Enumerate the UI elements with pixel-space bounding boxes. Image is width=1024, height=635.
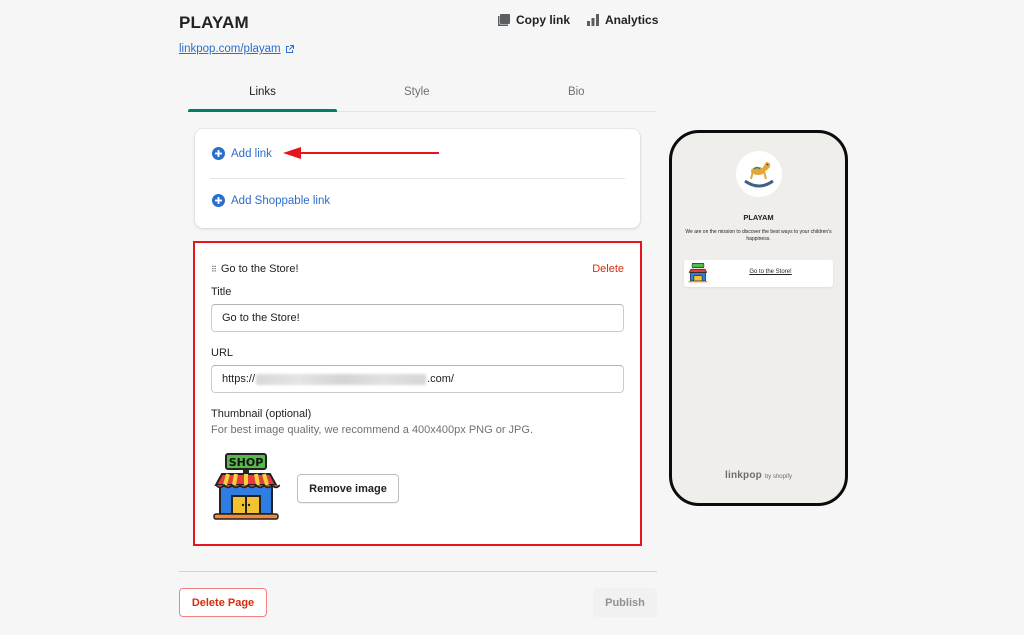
- remove-image-button[interactable]: Remove image: [297, 474, 399, 503]
- analytics-icon: [587, 14, 600, 26]
- thumbnail-help-text: For best image quality, we recommend a 4…: [211, 424, 533, 436]
- add-link-button[interactable]: Add link: [212, 147, 272, 160]
- preview-name: PLAYAM: [743, 213, 774, 222]
- title-input-value: Go to the Store!: [222, 312, 300, 324]
- page-url-text: linkpop.com/playam: [179, 43, 281, 55]
- preview-footer: linkpop by shopify: [672, 470, 845, 481]
- shop-thumbnail-icon: SHOP: [213, 453, 280, 520]
- preview-bio: We are on the mission to discover the be…: [685, 229, 832, 242]
- top-actions: Copy link Analytics: [497, 13, 658, 27]
- divider: [210, 178, 625, 179]
- delete-page-button[interactable]: Delete Page: [179, 588, 267, 617]
- publish-button[interactable]: Publish: [593, 588, 657, 617]
- phone-preview: PLAYAM We are on the mission to discover…: [669, 130, 848, 506]
- plus-circle-icon: [212, 194, 225, 207]
- linkpop-logo: linkpop: [725, 470, 762, 481]
- copy-icon: [498, 14, 510, 26]
- copy-link-label: Copy link: [516, 13, 571, 27]
- title-label: Title: [211, 286, 232, 298]
- divider: [179, 571, 657, 572]
- copy-link-button[interactable]: Copy link: [497, 13, 570, 27]
- link-editor-card: ⠿ Go to the Store! Delete Title Go to th…: [193, 241, 642, 546]
- external-link-icon: [285, 45, 294, 53]
- rocking-horse-icon: [744, 162, 774, 188]
- analytics-label: Analytics: [605, 13, 659, 27]
- annotation-arrow-icon: [283, 147, 439, 159]
- add-shoppable-link-label: Add Shoppable link: [231, 194, 331, 207]
- drag-handle-icon[interactable]: ⠿: [211, 265, 217, 274]
- preview-link-text: Go to the Store!: [749, 269, 792, 275]
- url-input[interactable]: https:// .com/: [211, 365, 624, 393]
- preview-link-item[interactable]: Go to the Store!: [684, 260, 833, 287]
- title-input[interactable]: Go to the Store!: [211, 304, 624, 332]
- thumbnail-label: Thumbnail (optional): [211, 408, 312, 420]
- add-link-label: Add link: [231, 147, 272, 160]
- url-label: URL: [211, 347, 234, 359]
- page-url-link[interactable]: linkpop.com/playam: [179, 43, 295, 55]
- link-heading: ⠿ Go to the Store!: [211, 263, 299, 275]
- plus-circle-icon: [212, 147, 225, 160]
- tab-bar: Links Style Bio: [188, 78, 656, 112]
- delete-link-button[interactable]: Delete: [592, 263, 624, 275]
- tab-style[interactable]: Style: [337, 78, 497, 111]
- add-links-card: Add link Add Shoppable link: [195, 129, 640, 228]
- url-prefix: https://: [222, 373, 256, 385]
- tab-links[interactable]: Links: [188, 78, 337, 112]
- page-title: PLAYAM: [179, 13, 249, 32]
- url-suffix: .com/: [427, 373, 454, 385]
- by-shopify-text: by shopify: [764, 474, 792, 480]
- analytics-button[interactable]: Analytics: [586, 13, 658, 27]
- url-redacted: [256, 373, 427, 385]
- shop-thumbnail-icon: [688, 263, 708, 283]
- add-shoppable-link-button[interactable]: Add Shoppable link: [212, 194, 330, 207]
- shop-sign-text: SHOP: [229, 456, 264, 469]
- tab-bio[interactable]: Bio: [497, 78, 657, 111]
- link-heading-text: Go to the Store!: [220, 263, 299, 275]
- avatar: [736, 151, 782, 197]
